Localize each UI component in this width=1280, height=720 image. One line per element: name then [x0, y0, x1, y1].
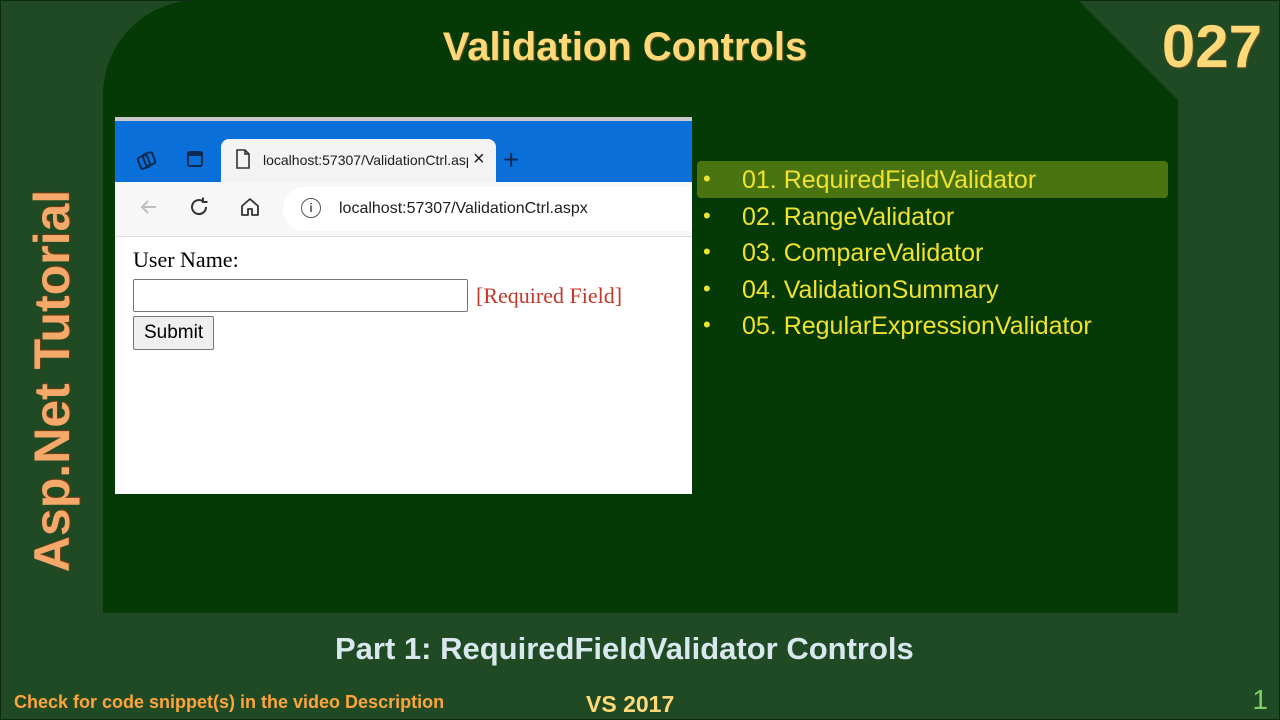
bullet-icon: •: [703, 166, 711, 191]
address-bar[interactable]: i localhost:57307/ValidationCtrl.aspx: [283, 187, 692, 231]
bullet-icon: •: [703, 312, 711, 337]
submit-button[interactable]: Submit: [133, 316, 215, 350]
topic-text: 04. ValidationSummary: [742, 275, 999, 304]
web-page: User Name: [Required Field] Submit: [115, 237, 692, 494]
topic-item: • 01. RequiredFieldValidator: [697, 161, 1168, 198]
browser-window: localhost:57307/ValidationCtrl.aspx × + …: [115, 117, 692, 494]
topic-text: 01. RequiredFieldValidator: [742, 166, 1037, 194]
footer-version: VS 2017: [586, 691, 675, 717]
side-title: Asp.Net Tutorial: [24, 189, 80, 573]
bullet-icon: •: [703, 239, 711, 264]
workspaces-icon[interactable]: [135, 149, 159, 173]
bullet-icon: •: [703, 275, 711, 301]
topic-text: 02. RangeValidator: [742, 202, 955, 231]
topic-item: • 03. CompareValidator: [697, 234, 1168, 271]
user-name-label: User Name:: [133, 247, 239, 272]
footer-note: Check for code snippet(s) in the video D…: [14, 692, 445, 712]
back-icon[interactable]: [136, 196, 162, 222]
required-field-message: [Required Field]: [476, 283, 623, 308]
new-tab-icon[interactable]: +: [503, 145, 519, 175]
topic-item: • 04. ValidationSummary: [697, 271, 1168, 308]
address-url: localhost:57307/ValidationCtrl.aspx: [339, 200, 588, 217]
home-icon[interactable]: [237, 196, 263, 222]
browser-tab[interactable]: localhost:57307/ValidationCtrl.aspx ×: [221, 139, 496, 182]
topic-list: • 01. RequiredFieldValidator • 02. Range…: [697, 161, 1168, 344]
browser-tabbar: localhost:57307/ValidationCtrl.aspx × +: [115, 121, 692, 182]
topic-item: • 05. RegularExpressionValidator: [697, 307, 1168, 344]
refresh-icon[interactable]: [186, 196, 212, 222]
user-name-input[interactable]: [133, 279, 468, 312]
topic-item: • 02. RangeValidator: [697, 198, 1168, 235]
tab-title: localhost:57307/ValidationCtrl.aspx: [263, 152, 468, 168]
slide-number: 1: [1252, 684, 1268, 715]
slide-title: Validation Controls: [442, 25, 808, 69]
info-icon[interactable]: i: [301, 198, 321, 218]
part-subtitle: Part 1: RequiredFieldValidator Controls: [335, 631, 914, 666]
browser-toolbar: i localhost:57307/ValidationCtrl.aspx: [115, 182, 692, 237]
tab-actions-icon[interactable]: [183, 149, 207, 173]
topic-text: 03. CompareValidator: [742, 239, 984, 267]
bullet-icon: •: [703, 202, 711, 228]
episode-number: 027: [1161, 13, 1262, 80]
topic-text: 05. RegularExpressionValidator: [742, 312, 1092, 340]
close-tab-icon[interactable]: ×: [473, 147, 485, 171]
page-icon: [235, 149, 251, 169]
